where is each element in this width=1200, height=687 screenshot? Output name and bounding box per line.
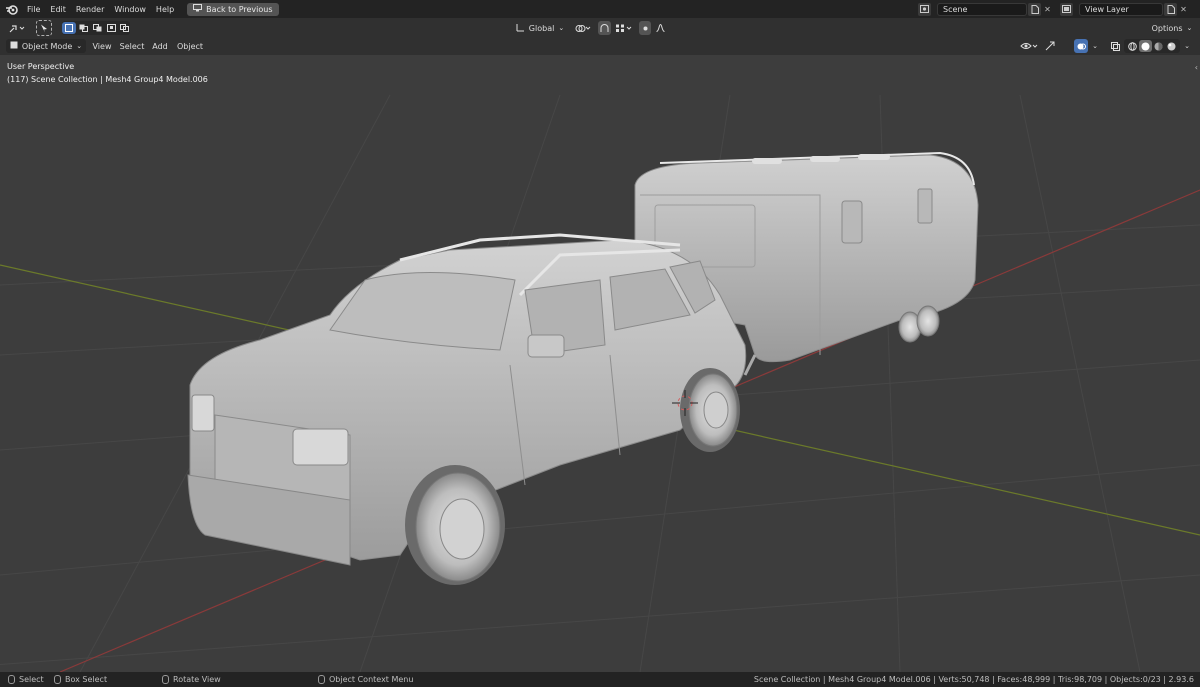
select-invert-icon[interactable] xyxy=(104,22,118,34)
select-intersect-icon[interactable] xyxy=(118,22,130,34)
viewport-scene xyxy=(0,94,1200,672)
scene-name-field[interactable]: Scene xyxy=(937,2,1027,16)
visibility-dropdown[interactable] xyxy=(1018,39,1040,53)
status-rotate-view-label: Rotate View xyxy=(173,675,221,684)
menu-object[interactable]: Object xyxy=(174,39,206,53)
proportional-editing-icon[interactable] xyxy=(639,21,651,35)
transform-orientation-dropdown[interactable]: Global ⌄ xyxy=(512,21,568,35)
viewport-header: Object Mode ⌄ View Select Add Object ⌄ ⌄ xyxy=(0,38,1200,55)
right-mouse-icon xyxy=(318,675,325,684)
tool-header: Global ⌄ Options ⌄ xyxy=(0,18,1200,38)
object-mode-icon xyxy=(10,41,18,51)
blender-logo-icon[interactable] xyxy=(0,4,22,15)
select-subtract-icon[interactable] xyxy=(90,22,104,34)
orientation-icon xyxy=(516,23,525,34)
mode-dropdown[interactable]: Object Mode ⌄ xyxy=(6,39,86,53)
screen-icon xyxy=(193,4,203,14)
select-new-icon[interactable] xyxy=(62,22,76,34)
select-mode-group xyxy=(62,21,130,35)
shading-dropdown-icon[interactable]: ⌄ xyxy=(1181,39,1193,53)
wireframe-shading-icon[interactable] xyxy=(1126,40,1139,52)
menu-window[interactable]: Window xyxy=(109,5,151,14)
viewport-collection-info: (117) Scene Collection | Mesh4 Group4 Mo… xyxy=(7,75,208,84)
status-rotate-view: Rotate View xyxy=(162,675,221,684)
falloff-curve-icon[interactable] xyxy=(654,21,666,35)
viewport-perspective-label: User Perspective xyxy=(7,62,75,71)
options-label: Options xyxy=(1151,23,1183,33)
solid-shading-icon[interactable] xyxy=(1139,40,1152,52)
chevron-down-icon: ⌄ xyxy=(558,24,565,32)
scene-name: Scene xyxy=(943,4,968,14)
delete-view-layer-icon[interactable]: ✕ xyxy=(1177,3,1190,16)
chevron-down-icon: ⌄ xyxy=(1186,24,1193,32)
mode-label: Object Mode xyxy=(21,41,73,51)
status-box-select: Box Select xyxy=(54,675,107,684)
select-tool-icon[interactable] xyxy=(36,20,52,36)
select-extend-icon[interactable] xyxy=(76,22,90,34)
rendered-shading-icon[interactable] xyxy=(1165,40,1178,52)
scene-selector: Scene ✕ xyxy=(918,2,1054,16)
status-select: Select xyxy=(8,675,44,684)
menu-view[interactable]: View xyxy=(90,39,114,53)
back-to-previous-label: Back to Previous xyxy=(206,4,273,14)
middle-mouse-icon xyxy=(162,675,169,684)
transform-orientation-label: Global xyxy=(528,23,555,33)
new-scene-icon[interactable] xyxy=(1028,2,1041,16)
menu-help[interactable]: Help xyxy=(151,5,179,14)
status-box-select-label: Box Select xyxy=(65,675,108,684)
overlays-dropdown-icon[interactable]: ⌄ xyxy=(1089,39,1101,53)
status-bar: Select Box Select Rotate View Object Con… xyxy=(0,672,1200,687)
menu-edit[interactable]: Edit xyxy=(45,5,71,14)
menu-add[interactable]: Add xyxy=(150,39,170,53)
menu-file[interactable]: File xyxy=(22,5,45,14)
shading-mode-group xyxy=(1124,39,1180,53)
delete-scene-icon[interactable]: ✕ xyxy=(1041,3,1054,16)
chevron-down-icon: ⌄ xyxy=(76,42,83,50)
view-layer-selector: View Layer ✕ xyxy=(1060,2,1190,16)
status-context-menu-label: Object Context Menu xyxy=(329,675,414,684)
scene-browse-icon[interactable] xyxy=(918,2,931,16)
left-drag-mouse-icon xyxy=(54,675,61,684)
snap-target-dropdown[interactable] xyxy=(612,21,636,35)
left-mouse-icon xyxy=(8,675,15,684)
menu-render[interactable]: Render xyxy=(71,5,109,14)
sidebar-toggle-icon[interactable]: ‹ xyxy=(1195,63,1198,72)
status-context-menu: Object Context Menu xyxy=(318,675,413,684)
editor-type-icon[interactable] xyxy=(6,21,28,35)
xray-toggle-icon[interactable] xyxy=(1108,39,1122,53)
snap-toggle-icon[interactable] xyxy=(598,21,611,35)
top-menu-bar: File Edit Render Window Help Back to Pre… xyxy=(0,0,1200,18)
view-layer-name: View Layer xyxy=(1085,4,1129,14)
new-view-layer-icon[interactable] xyxy=(1164,2,1177,16)
overlays-toggle-icon[interactable] xyxy=(1074,39,1088,53)
3d-viewport[interactable]: User Perspective (117) Scene Collection … xyxy=(0,55,1200,672)
material-shading-icon[interactable] xyxy=(1152,40,1165,52)
pivot-point-dropdown[interactable] xyxy=(572,21,594,35)
view-layer-field[interactable]: View Layer xyxy=(1079,2,1163,16)
back-to-previous-button[interactable]: Back to Previous xyxy=(187,2,279,16)
view-layer-browse-icon[interactable] xyxy=(1060,2,1073,16)
menu-select[interactable]: Select xyxy=(117,39,147,53)
scene-statistics: Scene Collection | Mesh4 Group4 Model.00… xyxy=(753,675,1194,684)
options-dropdown[interactable]: Options ⌄ xyxy=(1148,21,1196,35)
status-select-label: Select xyxy=(19,675,44,684)
gizmo-toggle-icon[interactable] xyxy=(1043,39,1057,53)
